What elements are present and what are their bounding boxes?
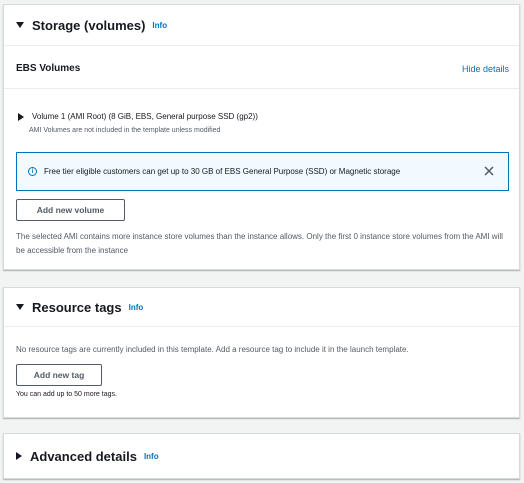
storage-header[interactable]: Storage (volumes) Info (4, 5, 519, 45)
volume-1-row[interactable]: Volume 1 (AMI Root) (8 GiB, EBS, General… (18, 112, 258, 121)
ebs-volumes-header: EBS Volumes Hide details (16, 63, 509, 74)
caret-down-icon[interactable] (16, 304, 24, 310)
advanced-details-panel: Advanced details Info (3, 433, 520, 479)
storage-title: Storage (volumes) (32, 17, 146, 33)
volume-1-label: Volume 1 (AMI Root) (8 GiB, EBS, General… (32, 112, 258, 121)
ebs-volumes-title: EBS Volumes (16, 63, 81, 74)
resource-tags-empty-note: No resource tags are currently included … (16, 345, 409, 354)
volume-note: AMI Volumes are not included in the temp… (29, 127, 221, 134)
resource-tags-panel: Resource tags Info No resource tags are … (3, 287, 520, 418)
advanced-details-header[interactable]: Advanced details Info (4, 434, 519, 478)
resource-tags-header[interactable]: Resource tags Info (4, 288, 519, 326)
caret-right-icon[interactable] (18, 112, 24, 121)
free-tier-flash: i Free tier eligible customers can get u… (16, 152, 509, 191)
add-new-volume-button[interactable]: Add new volume (16, 199, 125, 221)
flash-text: Free tier eligible customers can get up … (44, 167, 401, 176)
hide-details-link[interactable]: Hide details (462, 64, 509, 74)
caret-right-icon[interactable] (16, 452, 22, 460)
resource-tags-divider (4, 326, 519, 327)
close-icon[interactable] (481, 163, 497, 179)
resource-tags-info-link[interactable]: Info (129, 303, 144, 312)
instance-store-note: The selected AMI contains more instance … (16, 232, 503, 255)
advanced-details-title: Advanced details (30, 448, 137, 464)
info-circle-icon: i (28, 167, 37, 176)
resource-tags-title: Resource tags (32, 299, 122, 315)
caret-down-icon[interactable] (16, 22, 24, 28)
storage-panel: Storage (volumes) Info EBS Volumes Hide … (3, 4, 520, 270)
storage-info-link[interactable]: Info (152, 21, 167, 30)
advanced-details-info-link[interactable]: Info (144, 452, 159, 461)
ebs-divider (4, 88, 519, 89)
add-new-tag-button[interactable]: Add new tag (16, 364, 102, 386)
tags-limit-note: You can add up to 50 more tags. (16, 391, 117, 398)
storage-header-divider (4, 45, 519, 46)
